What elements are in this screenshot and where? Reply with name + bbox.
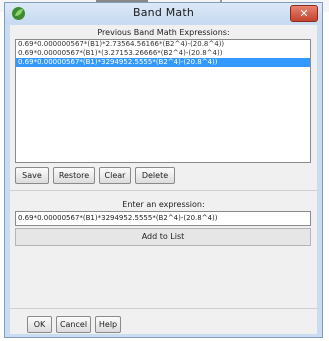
ok-button[interactable]: OK: [27, 316, 52, 333]
help-button[interactable]: Help: [95, 316, 121, 333]
title-bar[interactable]: Band Math ✕: [5, 3, 322, 24]
previous-expressions-label: Previous Band Math Expressions:: [97, 28, 230, 37]
dialog-body: Previous Band Math Expressions: 0.69*0.0…: [10, 25, 317, 334]
cancel-button[interactable]: Cancel: [56, 316, 91, 333]
clear-button[interactable]: Clear: [99, 167, 131, 184]
expression-input[interactable]: 0.69*0.00000567*(B1)*3294952.5555*(B2^4)…: [15, 211, 311, 226]
divider: [10, 190, 317, 191]
divider: [10, 308, 317, 309]
expression-history-list[interactable]: 0.69*0.000000567*(B1)*2.73564.56166*(B2^…: [15, 39, 311, 163]
expression-label: Enter an expression:: [122, 200, 205, 209]
restore-button[interactable]: Restore: [53, 167, 95, 184]
close-button[interactable]: ✕: [290, 5, 318, 22]
save-button[interactable]: Save: [15, 167, 49, 184]
band-math-dialog: Band Math ✕ Previous Band Math Expressio…: [4, 2, 323, 338]
add-to-list-button[interactable]: Add to List: [15, 228, 311, 246]
list-item-selected[interactable]: 0.69*0.00000567*(B1)*3294952.5555*(B2^4)…: [16, 58, 310, 67]
list-item[interactable]: 0.69*0.00000567*(B1)*(3.27153.26666*(B2^…: [16, 49, 310, 58]
delete-button[interactable]: Delete: [135, 167, 175, 184]
window-title: Band Math: [132, 6, 195, 19]
list-item[interactable]: 0.69*0.000000567*(B1)*2.73564.56166*(B2^…: [16, 40, 310, 49]
